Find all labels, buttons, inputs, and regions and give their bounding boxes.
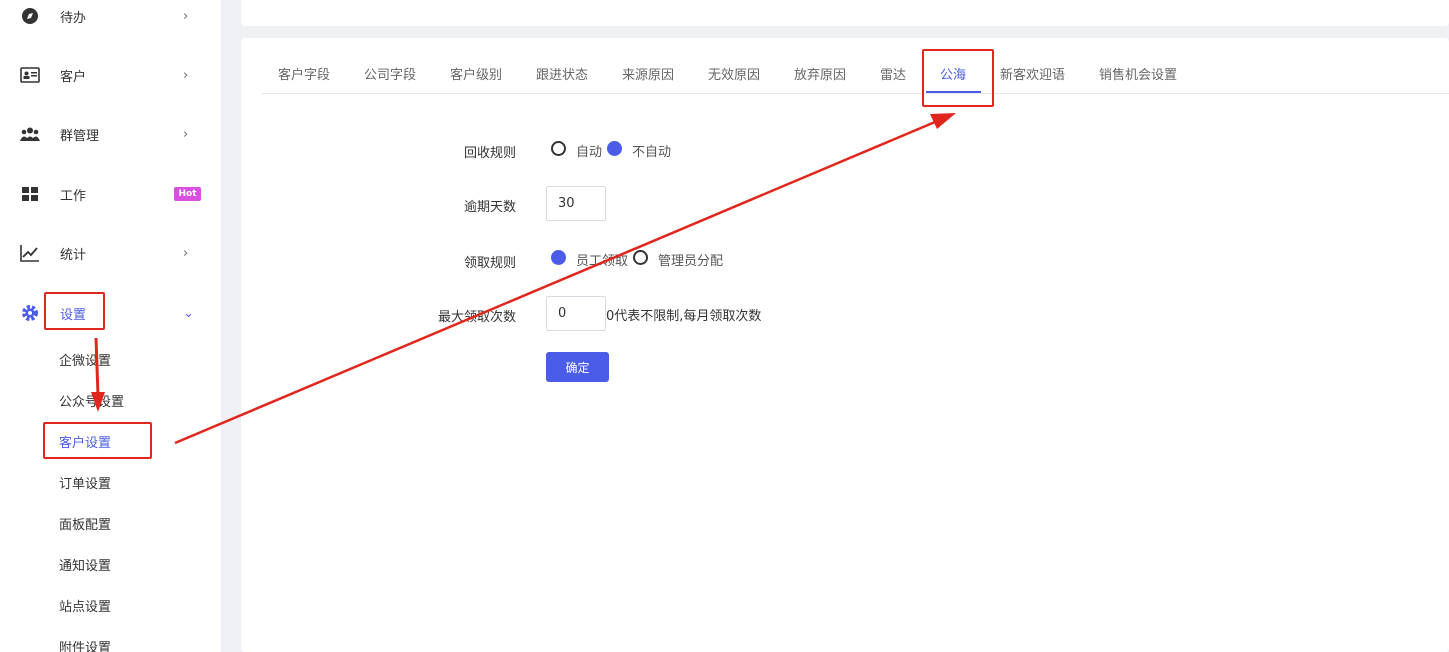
tab-invalid-reason[interactable]: 无效原因 [708,64,760,83]
radio-employee-claim[interactable] [551,250,566,265]
chevron-right-icon: › [183,67,189,83]
radio-auto[interactable] [551,141,566,156]
users-icon [20,124,40,144]
sidebar-item-settings[interactable]: 设置 ⌄ [0,293,221,333]
gear-icon [20,303,40,323]
claim-rule-label: 领取规则 [463,256,516,271]
compass-icon [20,6,40,26]
max-claims-input[interactable] [546,296,606,331]
tab-sales-opportunity[interactable]: 销售机会设置 [1099,64,1177,83]
max-claims-label: 最大领取次数 [437,310,516,325]
sidebar-item-label: 工作 [60,188,87,204]
sidebar-item-group[interactable]: 群管理 › [0,114,221,154]
radio-admin-assign[interactable] [633,250,648,265]
sub-item-attachment[interactable]: 附件设置 [59,637,111,652]
tab-radar[interactable]: 雷达 [880,64,906,83]
overdue-days-label: 逾期天数 [463,200,516,215]
tab-follow-status[interactable]: 跟进状态 [536,64,588,83]
sidebar-item-label: 群管理 [60,128,100,144]
id-card-icon [20,65,40,85]
sub-item-official-account[interactable]: 公众号设置 [59,391,124,410]
sub-item-order[interactable]: 订单设置 [59,473,111,492]
tab-customer-level[interactable]: 客户级别 [450,64,502,83]
overdue-days-input[interactable] [546,186,606,221]
tab-bar: 客户字段 公司字段 客户级别 跟进状态 来源原因 无效原因 放弃原因 雷达 公海… [262,38,1449,94]
sidebar: 待办 › 客户 › 群管理 › 工作 Hot 统计 › 设置 ⌄ 企微设置 公众… [0,0,221,652]
sub-item-notify[interactable]: 通知设置 [59,555,111,574]
sub-item-panel[interactable]: 面板配置 [59,514,111,533]
radio-manual-label[interactable]: 不自动 [632,141,671,160]
chevron-right-icon: › [183,126,189,142]
radio-admin-assign-label[interactable]: 管理员分配 [658,250,723,269]
radio-manual[interactable] [607,141,622,156]
top-card [241,0,1449,26]
grid-icon [20,184,40,204]
chevron-down-icon: ⌄ [183,305,194,321]
annotation-box-settings [44,292,105,330]
hot-badge: Hot [174,187,201,201]
settings-card: 客户字段 公司字段 客户级别 跟进状态 来源原因 无效原因 放弃原因 雷达 公海… [241,38,1449,652]
sidebar-item-todo[interactable]: 待办 › [0,0,221,36]
annotation-box-public-pool-tab [922,49,994,107]
confirm-button[interactable]: 确定 [546,352,609,382]
tab-company-fields[interactable]: 公司字段 [364,64,416,83]
radio-employee-claim-label[interactable]: 员工领取 [576,250,628,269]
sidebar-item-label: 统计 [60,247,87,263]
sidebar-item-stats[interactable]: 统计 › [0,233,221,273]
tab-customer-fields[interactable]: 客户字段 [278,64,330,83]
annotation-box-customer-settings [43,422,152,459]
max-claims-hint: 0代表不限制,每月领取次数 [606,309,762,324]
sidebar-item-label: 客户 [60,69,87,85]
tab-abandon-reason[interactable]: 放弃原因 [794,64,846,83]
sidebar-item-label: 待办 [60,10,87,26]
sidebar-item-customer[interactable]: 客户 › [0,55,221,95]
tab-welcome-message[interactable]: 新客欢迎语 [1000,64,1065,83]
chart-line-icon [20,243,40,263]
chevron-right-icon: › [183,8,189,24]
chevron-right-icon: › [183,245,189,261]
tab-source-reason[interactable]: 来源原因 [622,64,674,83]
sub-item-site[interactable]: 站点设置 [59,596,111,615]
sub-item-wecom[interactable]: 企微设置 [59,350,111,369]
recycle-rule-label: 回收规则 [463,146,516,161]
radio-auto-label[interactable]: 自动 [576,141,602,160]
sidebar-item-work[interactable]: 工作 Hot [0,174,221,214]
